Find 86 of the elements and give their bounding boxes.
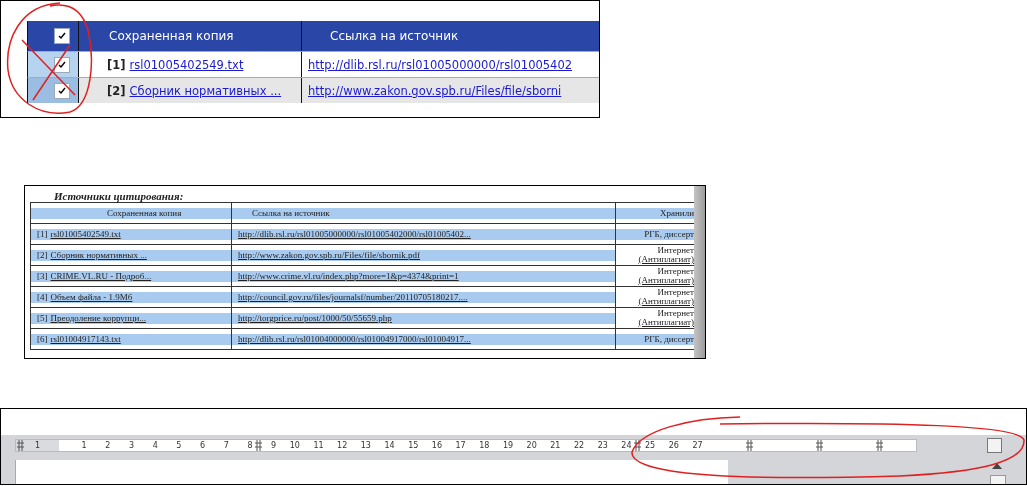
table-row[interactable]: [2] Сборник нормативных ... http://www.zakon.gov.spb.ru/Files/file/sborni (27, 77, 599, 103)
file-link[interactable]: rsl01004917143.txt (50, 334, 121, 344)
source-link[interactable]: http://www.zakon.gov.spb.ru/Files/file/sbornik.pdf (238, 250, 421, 260)
file-link[interactable]: rsl01005402549.txt (129, 57, 244, 72)
ruler-number: 5 (175, 440, 182, 451)
column-marker-icon (746, 440, 753, 451)
checkmark-icon (58, 86, 66, 95)
cross-annotation (21, 39, 76, 101)
section-title: Источники цитирования: (53, 190, 185, 202)
ruler[interactable]: 1 1 2 3 4 5 6 7 8 9 10 11 12 13 14 15 16 17 18 19 20 21 22 23 24 25 26 27 (15, 439, 917, 452)
ruler-number: 16 (430, 440, 442, 451)
column-marker-icon (254, 440, 262, 451)
storage-label: Интернет (657, 246, 694, 255)
ruler-number: 9 (270, 440, 277, 451)
source-link[interactable]: http://council.gov.ru/files/journalsf/number/20110705180217.... (238, 292, 468, 302)
checkmark-icon (58, 60, 66, 69)
checkbox[interactable] (54, 82, 70, 99)
ruler-number: 13 (359, 440, 371, 451)
row-number: [6] (37, 334, 48, 344)
ruler-number: 18 (478, 440, 490, 451)
ruler-number: 23 (596, 440, 608, 451)
row-number: [1] (107, 57, 126, 72)
ruler-number: 11 (312, 440, 324, 451)
column-header: Ссылка на источник (232, 207, 615, 219)
ruler-number: 4 (151, 440, 158, 451)
ruler-number: 1 (80, 440, 87, 451)
file-link[interactable]: Сборник нормативных ... (50, 250, 147, 260)
file-link[interactable]: Преодоление коррупци... (50, 313, 147, 323)
ruler-number: 2 (104, 440, 111, 451)
storage-link[interactable]: (Антиплагиат) (638, 276, 694, 285)
source-link[interactable]: http://torgprice.ru/post/1000/50/55659.php (238, 313, 392, 323)
checkbox[interactable] (54, 28, 70, 44)
scrollbar[interactable] (694, 186, 705, 358)
ruler-number: 21 (549, 440, 561, 451)
column-header: Сохраненная копия (31, 207, 231, 219)
file-link[interactable]: Объем файла - 1.9Мб (50, 292, 133, 302)
column-header: Ссылка на источник (329, 28, 460, 45)
checkmark-icon (58, 32, 66, 40)
row-number: [2] (107, 83, 126, 98)
ruler-number: 19 (501, 440, 514, 451)
file-link[interactable]: Сборник нормативных ... (129, 83, 282, 98)
source-link[interactable]: http://dlib.rsl.ru/rsl01005000000/rsl01005402 (308, 57, 573, 72)
storage-link[interactable]: (Антиплагиат) (638, 318, 694, 327)
ruler-number: 6 (199, 440, 206, 451)
storage-cell: РГБ, диссерт (616, 228, 694, 240)
storage-link[interactable]: (Антиплагиат) (638, 297, 694, 306)
ruler-number: 22 (572, 440, 585, 451)
column-marker-icon (816, 440, 823, 451)
ruler-toggle-button[interactable] (987, 438, 1002, 453)
ruler-number: 7 (222, 440, 229, 451)
source-link[interactable]: http://www.zakon.gov.spb.ru/Files/file/sborni (308, 83, 562, 98)
ruler-number: 1 (34, 440, 41, 451)
storage-cell: РГБ, диссерт (616, 333, 694, 345)
source-link[interactable]: http://dlib.rsl.ru/rsl01005000000/rsl01005402000/rsl01005402... (238, 229, 471, 239)
ruler-number: 8 (246, 440, 253, 451)
storage-label: Интернет (657, 288, 694, 297)
row-number: [5] (37, 313, 48, 323)
ruler-number: 3 (127, 440, 135, 451)
ruler-number: 26 (667, 440, 679, 451)
scroll-up-icon[interactable] (992, 463, 1002, 469)
ruler-number: 25 (644, 440, 656, 451)
row-number: [2] (37, 250, 48, 260)
ruler-number: 24 (620, 440, 632, 451)
row-number: [1] (37, 229, 48, 239)
ruler-number: 15 (407, 440, 419, 451)
column-marker-icon (17, 440, 24, 451)
row-number: [4] (37, 292, 48, 302)
table-row[interactable]: [1] rsl01005402549.txt http://dlib.rsl.ru/rsl01005000000/rsl01005402 (27, 51, 599, 77)
ruler-number: 10 (288, 440, 300, 451)
source-link[interactable]: http://dlib.rsl.ru/rsl01004000000/rsl01004917000/rsl01004917... (238, 334, 471, 344)
storage-link[interactable]: (Антиплагиат) (638, 255, 694, 264)
ruler-number: 27 (691, 440, 703, 451)
storage-label: Интернет (657, 267, 694, 276)
column-marker-icon (876, 440, 883, 451)
checkbox[interactable] (54, 56, 70, 73)
column-header: Хранили (616, 207, 694, 219)
file-link[interactable]: rsl01005402549.txt (50, 229, 121, 239)
ruler-number: 20 (525, 440, 537, 451)
ruler-number: 14 (383, 440, 395, 451)
ruler-number: 12 (336, 440, 348, 451)
ruler-number: 17 (454, 440, 466, 451)
file-link[interactable]: CRIME.VL.RU - Подроб... (50, 271, 152, 281)
storage-label: Интернет (657, 309, 694, 318)
column-marker-icon (633, 440, 641, 451)
source-link[interactable]: http://www.crime.vl.ru/index.php?more=1&p=4374&print=1 (238, 271, 459, 281)
row-number: [3] (37, 271, 48, 281)
